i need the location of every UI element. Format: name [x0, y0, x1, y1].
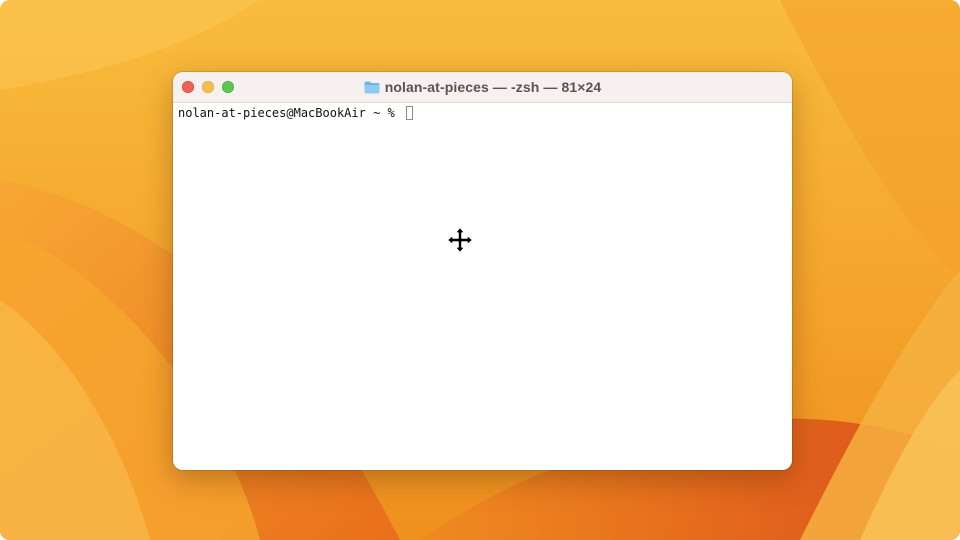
- terminal-content[interactable]: nolan-at-pieces@MacBookAir ~ %: [173, 103, 792, 470]
- folder-icon: [364, 81, 380, 93]
- prompt-line: nolan-at-pieces@MacBookAir ~ %: [178, 106, 413, 120]
- title-bar[interactable]: nolan-at-pieces — -zsh — 81×24: [173, 72, 792, 103]
- move-cursor-icon: [446, 226, 474, 254]
- window-title: nolan-at-pieces — -zsh — 81×24: [384, 79, 602, 95]
- text-cursor-block: [405, 106, 413, 120]
- shell-prompt: nolan-at-pieces@MacBookAir ~ %: [178, 106, 402, 120]
- terminal-window[interactable]: nolan-at-pieces — -zsh — 81×24 nolan-at-…: [173, 72, 792, 470]
- window-title-area: nolan-at-pieces — -zsh — 81×24: [173, 72, 792, 102]
